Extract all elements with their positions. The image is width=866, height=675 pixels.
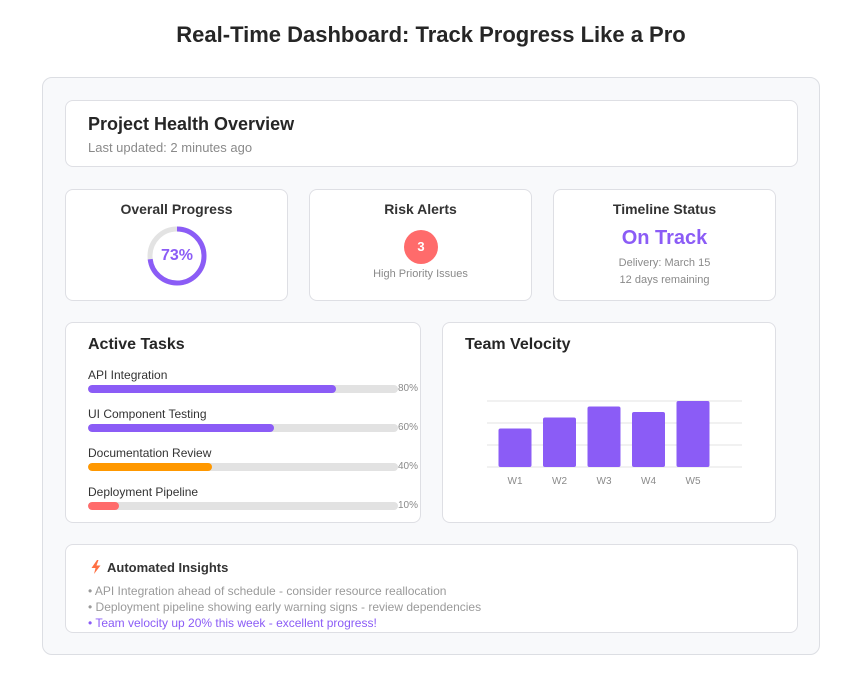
velocity-tick-label: W5: [686, 476, 701, 487]
task-row: Documentation Review 40%: [88, 446, 422, 482]
overall-progress-value: 73%: [160, 247, 194, 264]
task-row: API Integration 80%: [88, 368, 422, 404]
overall-progress-title: Overall Progress: [120, 201, 233, 217]
active-tasks-card: Active Tasks API Integration 80% UI Compon…: [65, 322, 421, 523]
page-title: Real-Time Dashboard: Track Progress Like…: [176, 22, 686, 47]
velocity-bar: [676, 401, 710, 467]
task-percent: 80%: [398, 383, 419, 394]
insight-item: • Deployment pipeline showing early warn…: [88, 600, 482, 614]
insight-item: • API Integration ahead of schedule - co…: [88, 584, 447, 598]
task-progress-fill: [88, 424, 274, 432]
task-progress-track: [88, 502, 398, 510]
velocity-bar: [498, 428, 532, 467]
risk-alerts-card: Risk Alerts 3 High Priority Issues: [309, 189, 532, 301]
task-percent: 40%: [398, 461, 419, 472]
velocity-bar: [632, 412, 665, 467]
insights-title: Automated Insights: [107, 560, 229, 575]
team-velocity-chart: W1 W2 W3 W4 W5: [487, 400, 742, 487]
velocity-tick-label: W1: [508, 476, 523, 487]
task-progress-track: [88, 385, 398, 393]
task-progress-track: [88, 424, 398, 432]
project-health-card: Project Health Overview Last updated: 2 …: [65, 100, 798, 167]
team-velocity-card: Team Velocity W1 W2 W3 W4 W5: [442, 322, 776, 523]
insights-header: Automated Insights: [90, 560, 228, 575]
timeline-status-value: On Track: [621, 227, 708, 249]
task-progress-fill: [88, 502, 119, 510]
task-label: API Integration: [88, 368, 168, 382]
project-health-title: Project Health Overview: [88, 114, 295, 134]
task-label: Deployment Pipeline: [88, 485, 199, 499]
timeline-status-card: Timeline Status On Track Delivery: March…: [553, 189, 776, 301]
automated-insights-card: Automated Insights • API Integration ahe…: [65, 544, 798, 633]
velocity-bar: [543, 417, 576, 467]
velocity-tick-label: W3: [597, 476, 612, 487]
insight-item: • Team velocity up 20% this week - excel…: [88, 616, 377, 630]
velocity-tick-label: W2: [552, 476, 567, 487]
task-progress-track: [88, 463, 398, 471]
task-row: UI Component Testing 60%: [88, 407, 422, 443]
task-percent: 60%: [398, 422, 419, 433]
task-row: Deployment Pipeline 10%: [88, 485, 422, 521]
task-progress-fill: [88, 385, 336, 393]
overall-progress-card: Overall Progress 73%: [65, 189, 288, 301]
velocity-bar: [587, 406, 621, 467]
risk-alerts-title: Risk Alerts: [384, 201, 457, 217]
last-updated-text: Last updated: 2 minutes ago: [88, 140, 253, 155]
task-progress-fill: [88, 463, 212, 471]
days-remaining-text: 12 days remaining: [619, 274, 710, 286]
lightning-icon: [91, 560, 101, 574]
dashboard-container: Project Health Overview Last updated: 2 …: [42, 77, 820, 655]
velocity-tick-label: W4: [641, 476, 656, 487]
risk-count-badge: 3: [404, 230, 438, 264]
task-label: UI Component Testing: [88, 407, 207, 421]
delivery-date-text: Delivery: March 15: [618, 257, 711, 269]
risk-alerts-subtitle: High Priority Issues: [373, 268, 468, 280]
active-tasks-title: Active Tasks: [88, 336, 185, 353]
task-label: Documentation Review: [88, 446, 212, 460]
timeline-status-title: Timeline Status: [612, 201, 717, 217]
task-percent: 10%: [398, 500, 419, 511]
